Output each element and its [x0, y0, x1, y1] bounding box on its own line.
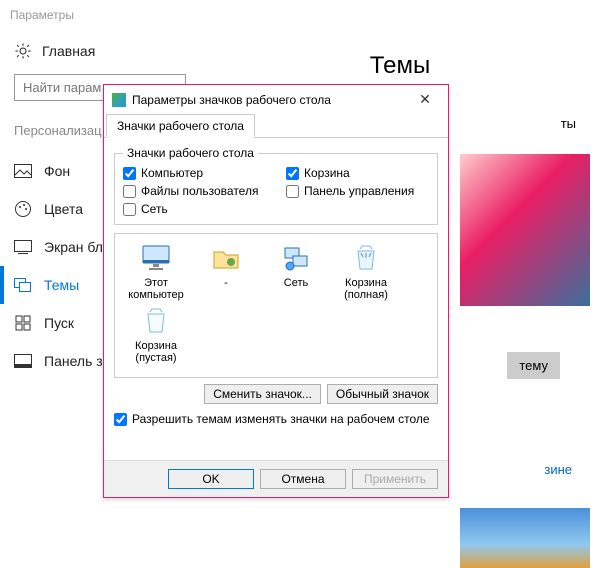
icon-label: Корзина (пустая) [135, 340, 177, 364]
checkbox-recyclebin[interactable]: Корзина [286, 166, 429, 180]
apply-theme-button[interactable]: тему [507, 352, 560, 379]
nav-label: Цвета [44, 201, 83, 217]
taskbar-icon [14, 352, 32, 370]
tab-desktop-icons[interactable]: Значки рабочего стола [106, 114, 255, 138]
page-title: Темы [220, 52, 580, 80]
icon-user-files[interactable]: - [191, 242, 261, 301]
checkbox-label: Корзина [304, 166, 350, 180]
recycle-bin-empty-icon [140, 305, 172, 337]
desktop-icon-settings-dialog: Параметры значков рабочего стола ✕ Значк… [103, 84, 449, 498]
nav-label: Темы [44, 277, 79, 293]
lockscreen-icon [14, 238, 32, 256]
icon-recyclebin-empty[interactable]: Корзина (пустая) [121, 305, 191, 364]
nav-label: Экран бл [44, 239, 103, 255]
network-icon [280, 242, 312, 274]
nav-label: Фон [44, 163, 70, 179]
checkbox-controlpanel[interactable]: Панель управления [286, 184, 429, 198]
icon-this-pc[interactable]: Этот компьютер [121, 242, 191, 301]
cut-text-settings: ты [561, 116, 576, 131]
gear-icon [14, 42, 32, 60]
apply-button[interactable]: Применить [352, 469, 438, 489]
group-legend: Значки рабочего стола [123, 146, 258, 160]
desktop-icons-group: Значки рабочего стола Компьютер Корзина … [114, 146, 438, 225]
start-icon [14, 314, 32, 332]
themes-icon [14, 276, 32, 294]
change-icon-button[interactable]: Сменить значок... [204, 384, 321, 404]
theme-thumbnail[interactable] [460, 508, 590, 568]
store-link[interactable]: зине [544, 462, 572, 477]
recycle-bin-full-icon [350, 242, 382, 274]
checkbox-label: Компьютер [141, 166, 203, 180]
folder-user-icon [210, 242, 242, 274]
checkbox-label: Файлы пользователя [141, 184, 258, 198]
home-nav[interactable]: Главная [14, 30, 200, 74]
checkbox-userfiles[interactable]: Файлы пользователя [123, 184, 266, 198]
nav-label: Пуск [44, 315, 74, 331]
default-icon-button[interactable]: Обычный значок [327, 384, 438, 404]
dialog-app-icon [112, 93, 126, 107]
checkbox-label: Разрешить темам изменять значки на рабоч… [132, 412, 430, 426]
monitor-icon [140, 242, 172, 274]
icon-recyclebin-full[interactable]: Корзина (полная) [331, 242, 401, 301]
cancel-button[interactable]: Отмена [260, 469, 346, 489]
home-label: Главная [42, 43, 95, 59]
dialog-titlebar: Параметры значков рабочего стола ✕ [104, 85, 448, 114]
icon-label: Этот компьютер [128, 277, 183, 301]
palette-icon [14, 200, 32, 218]
dialog-title: Параметры значков рабочего стола [132, 93, 410, 107]
icon-network[interactable]: Сеть [261, 242, 331, 301]
nav-label: Панель за [44, 353, 110, 369]
checkbox-computer[interactable]: Компьютер [123, 166, 266, 180]
allow-themes-checkbox[interactable]: Разрешить темам изменять значки на рабоч… [114, 412, 438, 426]
theme-thumbnail[interactable] [460, 154, 590, 306]
checkbox-label: Панель управления [304, 184, 414, 198]
icon-preview-box: Этот компьютер - Сеть Корзина (полная) [114, 233, 438, 378]
checkbox-label: Сеть [141, 202, 168, 216]
checkbox-network[interactable]: Сеть [123, 202, 266, 216]
picture-icon [14, 162, 32, 180]
settings-app-title: Параметры [0, 0, 600, 26]
close-button[interactable]: ✕ [410, 91, 440, 108]
dialog-footer: OK Отмена Применить [104, 460, 448, 497]
icon-label: Сеть [284, 277, 308, 289]
icon-label: - [224, 277, 228, 289]
tab-strip: Значки рабочего стола [104, 114, 448, 138]
ok-button[interactable]: OK [168, 469, 254, 489]
icon-label: Корзина (полная) [344, 277, 388, 301]
